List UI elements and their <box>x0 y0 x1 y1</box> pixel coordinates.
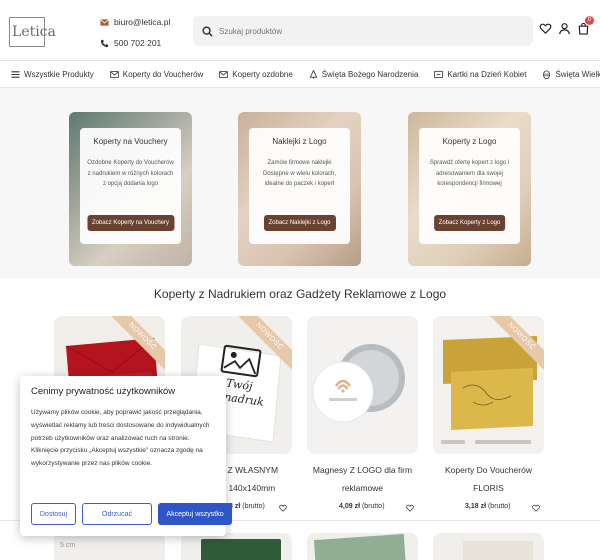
product-image-partial[interactable]: 5 cm <box>54 533 165 560</box>
banner-button[interactable]: Zobacz Naklejki z Logo <box>263 215 336 231</box>
cookie-customize-button[interactable]: Dostosuj <box>31 503 76 525</box>
banner-logo-stickers[interactable]: Naklejki z Logo Zamów firmowe naklejki D… <box>238 112 361 266</box>
cookie-accept-all-button[interactable]: Akceptuj wszystko <box>158 503 232 525</box>
nav-item-label: Święta Wielkanocne <box>555 69 600 79</box>
category-nav: Wszystkie Produkty Koperty do Voucherów … <box>0 60 600 88</box>
nav-item-christmas[interactable]: Święta Bożego Narodzenia <box>302 69 428 79</box>
wishlist-heart-icon[interactable] <box>532 504 540 512</box>
wishlist-heart-icon[interactable] <box>279 504 287 512</box>
product-name[interactable]: Magnesy Z LOGO dla firm reklamowe <box>300 461 425 497</box>
banner-card: Naklejki z Logo Zamów firmowe naklejki D… <box>249 128 350 244</box>
product-name-line: FLORIS <box>473 483 504 493</box>
cookie-title: Cenimy prywatność użytkowników <box>31 386 176 397</box>
nav-item-easter[interactable]: Święta Wielkanocne <box>535 70 600 79</box>
cookie-reject-button[interactable]: Odrzucać <box>82 503 152 525</box>
logo[interactable]: Letica <box>9 17 56 47</box>
envelope-icon <box>100 18 109 26</box>
banner-button[interactable]: Zobacz Koperty na Vouchery <box>86 215 175 231</box>
nav-item-label: Koperty do Voucherów <box>122 69 204 79</box>
logo-magnet-image <box>307 316 418 454</box>
page: Letica biuro@letica.pl 500 702 201 0 Ws <box>0 0 600 560</box>
search-input[interactable] <box>219 26 499 36</box>
phone-text: 500 702 201 <box>114 38 162 48</box>
product-name-line: reklamowe <box>341 483 384 493</box>
nav-item-decorative-envelopes[interactable]: Koperty ozdobne <box>212 70 302 79</box>
search-bar[interactable] <box>193 16 533 46</box>
banner-voucher-envelopes[interactable]: Koperty na Vouchery Ozdobne Koperty do V… <box>69 112 192 266</box>
card-icon <box>434 70 444 78</box>
banner-title: Naklejki z Logo <box>272 137 327 146</box>
price-unit: (brutto) <box>242 503 265 510</box>
price-value: 3,18 zł <box>465 503 487 510</box>
cream-envelope <box>463 541 533 560</box>
product-name-line: Magnesy Z LOGO dla firm <box>312 465 413 475</box>
cookie-text: Używamy plików cookie, aby poprawić jako… <box>31 409 210 468</box>
product-name-line: Koperty Do Voucherów <box>445 465 532 475</box>
nav-item-womens-day[interactable]: Kartki na Dzień Kobiet <box>427 70 535 79</box>
banner-description: Ozdobne Koperty do Voucherów z nadrukiem… <box>87 160 174 187</box>
cookie-consent-dialog: Cenimy prywatność użytkowników Używamy p… <box>20 376 232 536</box>
banner-description: Sprawdź ofertę kopert z logo i adresowan… <box>429 160 510 187</box>
product-image-partial[interactable] <box>307 533 418 560</box>
search-icon <box>202 25 213 37</box>
section-title: Koperty z Nadrukiem oraz Gadżety Reklamo… <box>153 287 447 301</box>
email-text: biuro@letica.pl <box>114 17 171 27</box>
contact-phone[interactable]: 500 702 201 <box>100 38 161 48</box>
header-actions: 0 <box>539 16 594 35</box>
product-image[interactable] <box>307 316 418 454</box>
promo-banners: Koperty na Vouchery Ozdobne Koperty do V… <box>0 88 600 278</box>
product-image[interactable]: NOWOŚĆ <box>433 316 544 454</box>
price-unit: (brutto) <box>361 503 385 510</box>
nav-item-all-products[interactable]: Wszystkie Produkty <box>4 70 103 79</box>
banner-description: Zamów firmowe naklejki Dostępne w wielu … <box>262 160 337 187</box>
cart-count-badge: 0 <box>585 16 594 25</box>
contact-email[interactable]: biuro@letica.pl <box>100 17 170 27</box>
green-envelope <box>201 539 281 560</box>
banner-card: Koperty na Vouchery Ozdobne Koperty do V… <box>80 128 181 244</box>
egg-icon <box>543 69 551 79</box>
nav-item-label: Święta Bożego Narodzenia <box>321 69 419 79</box>
price-unit: (brutto) <box>487 503 511 510</box>
sage-envelope <box>313 533 407 560</box>
tree-icon <box>309 69 318 79</box>
wishlist-heart-icon[interactable] <box>406 504 414 512</box>
price-value: 4,09 zł <box>339 503 361 510</box>
nav-item-label: Kartki na Dzień Kobiet <box>447 69 527 79</box>
banner-title: Koperty na Vouchery <box>93 137 168 146</box>
logo-text: Letica <box>12 24 56 40</box>
product-image-partial[interactable] <box>181 533 292 560</box>
banner-title: Koperty z Logo <box>442 137 497 146</box>
user-icon[interactable] <box>558 22 571 35</box>
product-name[interactable]: Koperty Do Voucherów FLORIS <box>433 461 544 497</box>
envelope-icon <box>110 70 119 78</box>
site-header: Letica biuro@letica.pl 500 702 201 0 <box>0 0 600 60</box>
banner-card: Koperty z Logo Sprawdź ofertę kopert z l… <box>419 128 520 244</box>
banner-button[interactable]: Zobacz Koperty z Logo <box>433 215 506 231</box>
heart-icon[interactable] <box>539 22 552 35</box>
banner-logo-envelopes[interactable]: Koperty z Logo Sprawdź ofertę kopert z l… <box>408 112 531 266</box>
nav-item-label: Wszystkie Produkty <box>24 69 94 79</box>
nav-item-label: Koperty ozdobne <box>232 69 293 79</box>
cart-button[interactable]: 0 <box>577 16 594 35</box>
product-image-partial[interactable] <box>433 533 544 560</box>
phone-icon <box>100 39 109 47</box>
size-label: 5 cm <box>60 542 76 549</box>
menu-icon <box>11 70 20 78</box>
envelope-check-icon <box>219 70 229 78</box>
nav-item-voucher-envelopes[interactable]: Koperty do Voucherów <box>103 70 213 79</box>
product-price: 4,09 zł (brutto) <box>339 503 385 510</box>
product-price: 3,18 zł (brutto) <box>465 503 511 510</box>
